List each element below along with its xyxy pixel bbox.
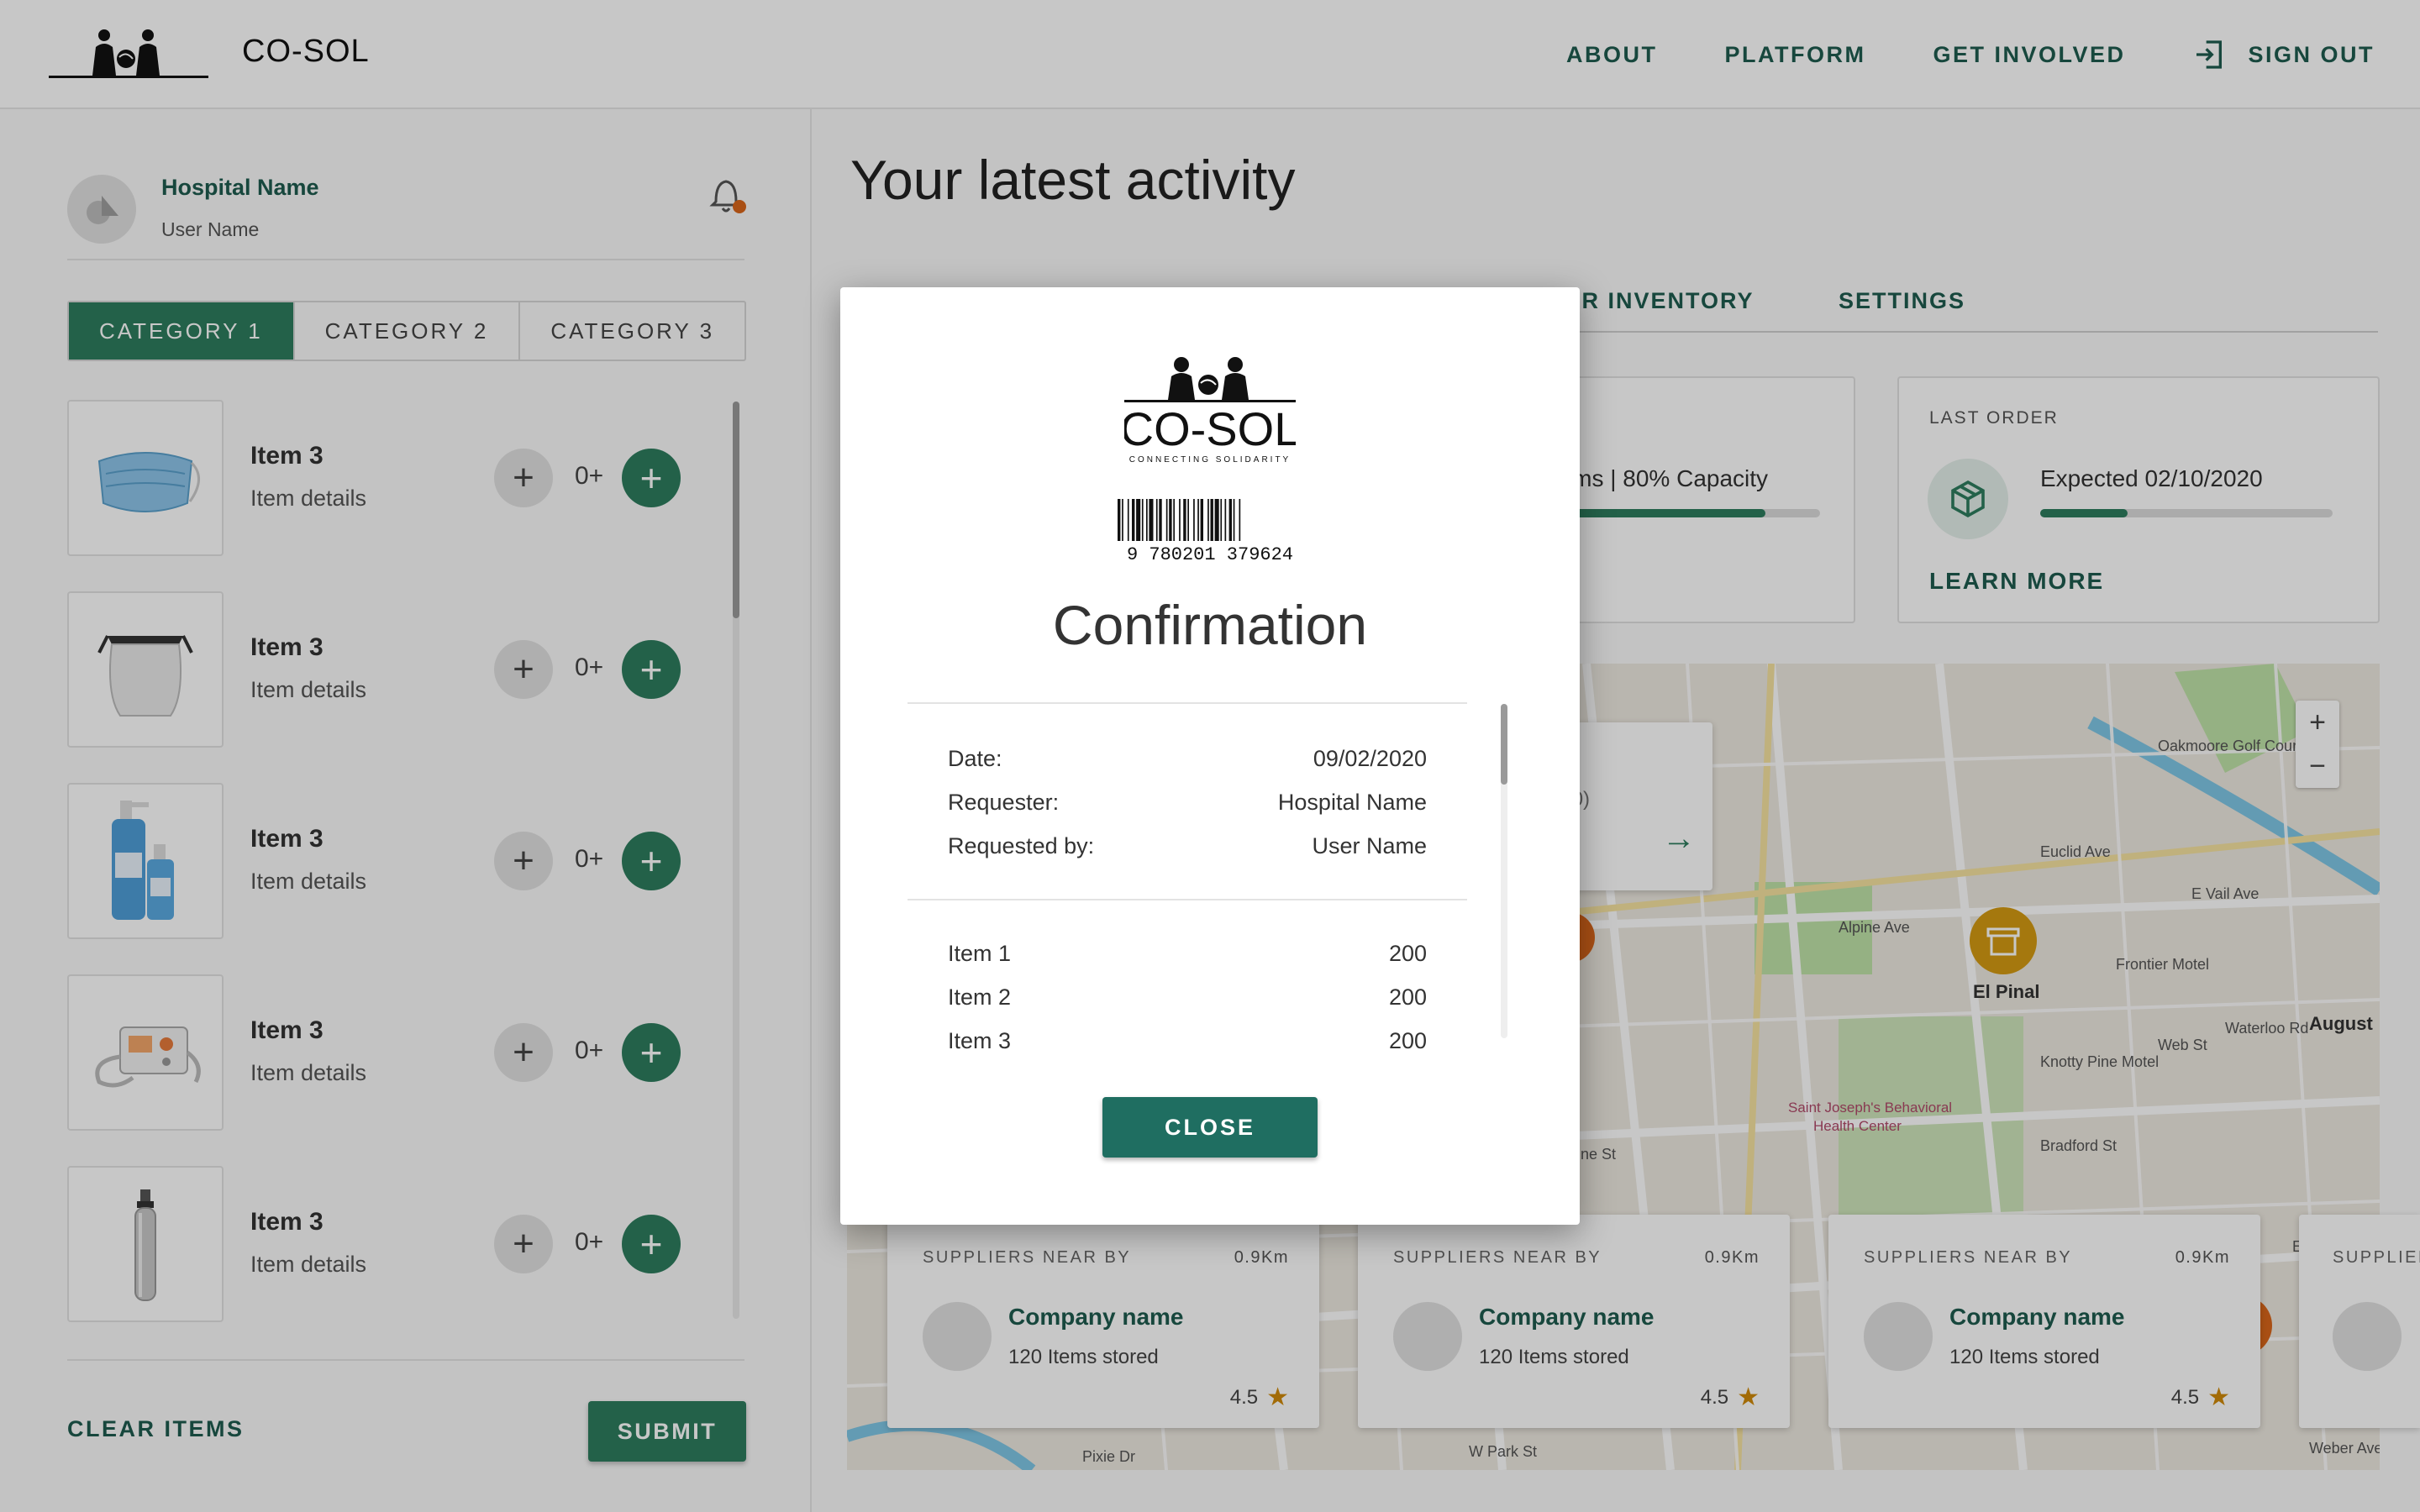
order-line-item: Item 2 200 (948, 984, 1427, 1011)
barcode-bar (1214, 499, 1219, 541)
requester-label: Requester: (948, 790, 1060, 815)
date-label: Date: (948, 746, 1002, 771)
barcode-bar (1122, 499, 1123, 541)
barcode-bar (1200, 499, 1203, 541)
barcode-bar (1165, 499, 1168, 541)
barcode-bar (1118, 499, 1121, 541)
order-item-qty: 200 (1388, 941, 1427, 966)
barcode-bar (1228, 499, 1232, 541)
barcode-bar (1169, 499, 1172, 541)
requester-value: Hospital Name (1277, 790, 1427, 815)
barcode-bar (1127, 499, 1129, 541)
barcode-bar (1132, 499, 1135, 541)
barcode-bar (1141, 499, 1144, 541)
requested-by-value: User Name (1312, 833, 1427, 858)
barcode-bar (1220, 499, 1223, 541)
order-item-qty: 200 (1388, 1028, 1427, 1053)
order-item-name: Item 1 (948, 941, 1012, 966)
barcode-bar (1149, 499, 1154, 541)
order-item-name: Item 3 (948, 1028, 1012, 1053)
barcode-bar (1136, 499, 1141, 541)
order-item-qty: 200 (1388, 984, 1427, 1010)
modal-logo-tagline: CONNECTING SOLIDARITY (1129, 455, 1291, 465)
barcode-bar (1207, 499, 1209, 541)
barcode-bar (1159, 499, 1162, 541)
barcode-bar (1210, 499, 1213, 541)
barcode-bar (1233, 499, 1235, 541)
date-value: 09/02/2020 (1313, 746, 1427, 771)
order-line-item: Item 3 200 (948, 1028, 1427, 1054)
co-sol-logo-icon: CO-SOL CONNECTING SOLIDARITY (1124, 357, 1296, 465)
modal-logo-text: CO-SOL (1124, 402, 1296, 455)
barcode-bar (1155, 499, 1158, 541)
barcode-bar (1173, 499, 1175, 541)
barcode-icon: 9 780201 379624 (1118, 499, 1293, 563)
order-item-name: Item 2 (948, 984, 1012, 1010)
modal-title: Confirmation (1052, 594, 1368, 656)
barcode-bar (1239, 499, 1241, 541)
barcode-bar (1179, 499, 1181, 541)
barcode-number: 9 780201 379624 (1127, 544, 1293, 563)
confirmation-requested-by-row: Requested by: User Name (948, 833, 1427, 859)
divider (908, 899, 1467, 900)
barcode-bar (1187, 499, 1189, 541)
barcode-bar (1197, 499, 1199, 541)
divider (908, 702, 1467, 704)
order-line-item: Item 1 200 (948, 941, 1427, 967)
confirmation-modal: CO-SOL CONNECTING SOLIDARITY 9 780201 37… (840, 287, 1580, 1225)
app-root: CO-SOL ABOUT PLATFORM GET INVOLVED SIGN … (0, 0, 2420, 1512)
confirmation-requester-row: Requester: Hospital Name (948, 790, 1427, 816)
confirmation-date-row: Date: 09/02/2020 (948, 746, 1427, 772)
barcode-bar (1183, 499, 1186, 541)
requested-by-label: Requested by: (948, 833, 1095, 858)
barcode-bar (1224, 499, 1227, 541)
close-button[interactable]: CLOSE (1102, 1097, 1318, 1158)
barcode-bar (1146, 499, 1148, 541)
barcode-bar (1193, 499, 1195, 541)
modal-scrollbar-thumb[interactable] (1501, 704, 1507, 785)
